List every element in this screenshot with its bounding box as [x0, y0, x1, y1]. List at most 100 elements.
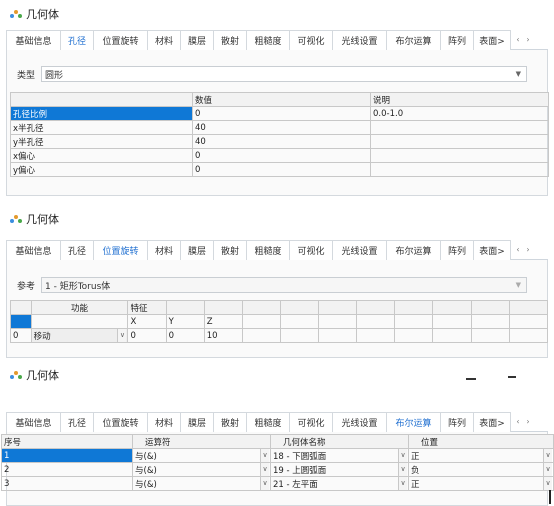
tab-ray-settings[interactable]: 光线设置 — [332, 30, 387, 50]
header-cell: 说明 — [370, 92, 549, 107]
tab-left-arrow-icon[interactable]: ‹ — [513, 417, 523, 426]
value-cell[interactable]: 0 — [192, 148, 371, 163]
tab-boolean[interactable]: 布尔运算 — [386, 412, 441, 432]
tab-roughness[interactable]: 粗糙度 — [246, 30, 290, 50]
tab-coating[interactable]: 膜层 — [180, 30, 214, 50]
tab-visualization[interactable]: 可视化 — [289, 240, 333, 260]
position-select[interactable]: 正 ∨ — [408, 476, 554, 491]
operator-select[interactable]: 与(&) ∨ — [132, 476, 271, 491]
tab-scatter[interactable]: 散射 — [213, 30, 247, 50]
geometry-name-select[interactable]: 19 - 上圆弧面 ∨ — [270, 462, 409, 477]
tab-aperture[interactable]: 孔径 — [60, 30, 94, 50]
tab-strip: 基础信息 孔径 位置旋转 材料 膜层 散射 粗糙度 可视化 光线设置 布尔运算 … — [6, 412, 548, 432]
tab-position-rotation[interactable]: 位置旋转 — [93, 412, 148, 432]
x-value-cell[interactable]: 0 — [127, 328, 167, 343]
row-label[interactable]: y半孔径 — [10, 134, 193, 149]
header-cell — [203, 300, 243, 315]
tab-scatter[interactable]: 散射 — [213, 240, 247, 260]
row-index[interactable]: 2 — [1, 462, 133, 477]
selected-cell[interactable] — [10, 314, 32, 329]
tab-left-arrow-icon[interactable]: ‹ — [513, 35, 523, 44]
tab-coating[interactable]: 膜层 — [180, 240, 214, 260]
tab-surface[interactable]: 表面> — [473, 30, 511, 50]
header-cell — [10, 92, 193, 107]
header-cell — [279, 300, 320, 315]
empty-cell — [432, 328, 472, 343]
empty-cell — [279, 314, 320, 329]
header-cell — [356, 300, 396, 315]
window-control-icon[interactable] — [508, 376, 516, 378]
value-cell[interactable]: 0 — [192, 162, 371, 177]
table-header: 序号 运算符 几何体名称 位置 — [1, 434, 554, 449]
y-value-cell[interactable]: 0 — [165, 328, 205, 343]
type-value: 圆形 — [45, 70, 64, 81]
tab-ray-settings[interactable]: 光线设置 — [332, 240, 387, 260]
empty-cell — [30, 314, 129, 329]
tab-array[interactable]: 阵列 — [440, 412, 474, 432]
tab-material[interactable]: 材料 — [147, 30, 181, 50]
tab-material[interactable]: 材料 — [147, 412, 181, 432]
tab-array[interactable]: 阵列 — [440, 30, 474, 50]
tab-roughness[interactable]: 粗糙度 — [246, 412, 290, 432]
tab-material[interactable]: 材料 — [147, 240, 181, 260]
tab-surface[interactable]: 表面> — [473, 240, 511, 260]
tab-coating[interactable]: 膜层 — [180, 412, 214, 432]
header-cell — [165, 300, 205, 315]
tab-boolean[interactable]: 布尔运算 — [386, 30, 441, 50]
position-select[interactable]: 负 ∨ — [408, 462, 554, 477]
row-index[interactable]: 3 — [1, 476, 133, 491]
tab-aperture[interactable]: 孔径 — [60, 240, 94, 260]
function-select[interactable]: 移动 ∨ — [30, 328, 129, 343]
type-select[interactable]: 圆形 ▼ — [41, 66, 528, 82]
row-index[interactable]: 1 — [1, 448, 133, 463]
geometry-name-select[interactable]: 18 - 下圆弧面 ∨ — [270, 448, 409, 463]
tab-basic-info[interactable]: 基础信息 — [6, 30, 61, 50]
transform-table: 功能 特征 X Y Z 0 移动 ∨ 0 0 10 — [10, 300, 549, 343]
tab-surface[interactable]: 表面> — [473, 412, 511, 432]
operator-value: 与(&) — [135, 479, 157, 490]
tab-left-arrow-icon[interactable]: ‹ — [513, 245, 523, 254]
z-value-cell[interactable]: 10 — [203, 328, 243, 343]
row-label[interactable]: x半孔径 — [10, 120, 193, 135]
panel-title-bar: 几何体 — [10, 366, 59, 384]
type-row: 类型 圆形 ▼ — [17, 66, 528, 82]
tab-visualization[interactable]: 可视化 — [289, 412, 333, 432]
tab-right-arrow-icon[interactable]: › — [523, 417, 533, 426]
tab-aperture[interactable]: 孔径 — [60, 412, 94, 432]
value-cell[interactable]: 40 — [192, 120, 371, 135]
header-cell — [318, 300, 358, 315]
operator-value: 与(&) — [135, 465, 157, 476]
tab-position-rotation[interactable]: 位置旋转 — [93, 30, 148, 50]
reference-select[interactable]: 1 - 矩形Torus体 ▼ — [41, 277, 528, 293]
row-label[interactable]: y偏心 — [10, 162, 193, 177]
tab-ray-settings[interactable]: 光线设置 — [332, 412, 387, 432]
row-label[interactable]: 孔径比例 — [10, 106, 193, 121]
value-cell[interactable]: 40 — [192, 134, 371, 149]
operator-select[interactable]: 与(&) ∨ — [132, 462, 271, 477]
tab-roughness[interactable]: 粗糙度 — [246, 240, 290, 260]
tab-boolean[interactable]: 布尔运算 — [386, 240, 441, 260]
panel-title-bar: 几何体 — [10, 210, 59, 228]
tab-position-rotation[interactable]: 位置旋转 — [93, 240, 148, 260]
header-cell: 位置 — [408, 434, 554, 449]
header-cell: 特征 — [127, 300, 167, 315]
note-cell — [370, 148, 549, 163]
tab-strip: 基础信息 孔径 位置旋转 材料 膜层 散射 粗糙度 可视化 光线设置 布尔运算 … — [6, 30, 548, 50]
note-cell — [370, 134, 549, 149]
position-select[interactable]: 正 ∨ — [408, 448, 554, 463]
tab-right-arrow-icon[interactable]: › — [523, 35, 533, 44]
minimize-icon[interactable] — [466, 378, 476, 380]
tab-scatter[interactable]: 散射 — [213, 412, 247, 432]
geometry-name-select[interactable]: 21 - 左平面 ∨ — [270, 476, 409, 491]
tab-array[interactable]: 阵列 — [440, 240, 474, 260]
chevron-down-icon: ▼ — [515, 281, 522, 289]
reference-row: 参考 1 - 矩形Torus体 ▼ — [17, 277, 528, 293]
tab-visualization[interactable]: 可视化 — [289, 30, 333, 50]
tab-basic-info[interactable]: 基础信息 — [6, 412, 61, 432]
panel-title: 几何体 — [26, 369, 59, 382]
operator-select[interactable]: 与(&) ∨ — [132, 448, 271, 463]
row-label[interactable]: x偏心 — [10, 148, 193, 163]
value-cell[interactable]: 0 — [192, 106, 371, 121]
tab-right-arrow-icon[interactable]: › — [523, 245, 533, 254]
tab-basic-info[interactable]: 基础信息 — [6, 240, 61, 260]
